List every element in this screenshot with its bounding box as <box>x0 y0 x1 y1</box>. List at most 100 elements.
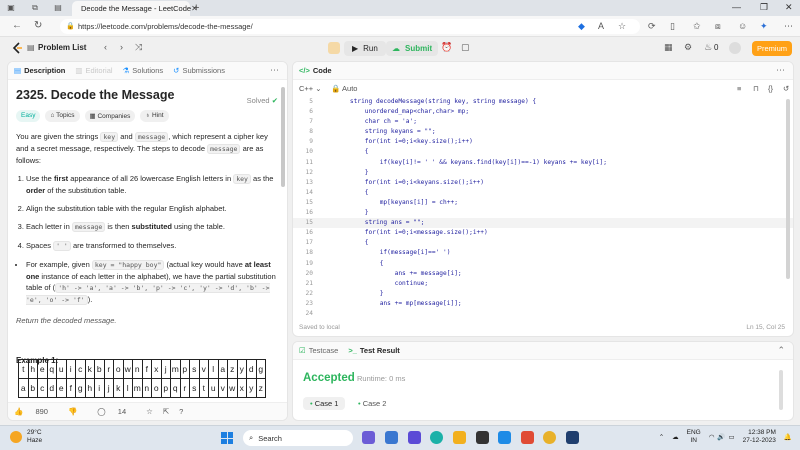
code-line[interactable]: 24 <box>293 309 793 319</box>
tab-submissions[interactable]: ↺ Submissions <box>173 66 225 75</box>
language-indicator[interactable]: ENG IN <box>687 429 701 445</box>
like-button[interactable]: 👍 890 <box>14 407 58 416</box>
debugger-icon[interactable] <box>328 42 340 54</box>
problem-list-link[interactable]: Problem List <box>38 43 86 52</box>
case-1-tab[interactable]: • Case 1 <box>303 397 346 410</box>
back-icon[interactable]: ← <box>12 20 22 31</box>
code-line[interactable]: 18 if(message[i]==' ') <box>293 248 793 258</box>
store-app-icon[interactable] <box>476 431 489 444</box>
result-scrollbar[interactable] <box>779 370 783 410</box>
windows-start-icon[interactable] <box>221 432 233 444</box>
minimize-icon[interactable]: — <box>732 2 741 12</box>
shuffle-icon[interactable]: ⤨ <box>135 42 142 53</box>
code-line[interactable]: 21 continue; <box>293 279 793 289</box>
tab-code[interactable]: </> Code <box>299 66 332 75</box>
edge-app-icon[interactable] <box>430 431 443 444</box>
favorite-star-icon[interactable]: ☆ <box>618 21 626 32</box>
read-aloud-icon[interactable]: A <box>598 21 604 31</box>
case-2-tab[interactable]: • Case 2 <box>351 397 393 410</box>
notes-icon[interactable]: ▢ <box>461 42 470 53</box>
code-line[interactable]: 10 { <box>293 147 793 157</box>
split-screen-icon[interactable]: ▯ <box>670 21 675 32</box>
leetcode-logo-icon[interactable] <box>12 42 24 54</box>
profile-avatar-icon[interactable]: ☺ <box>738 21 747 31</box>
code-line[interactable]: 16 } <box>293 208 793 218</box>
workspaces-icon[interactable]: ⧉ <box>30 3 40 13</box>
code-line[interactable]: 22 } <box>293 289 793 299</box>
tab-solutions[interactable]: ⚗ Solutions <box>123 66 164 75</box>
new-tab-button[interactable]: + <box>193 2 199 14</box>
close-window-icon[interactable]: ✕ <box>785 2 793 13</box>
description-scrollbar[interactable] <box>281 87 285 187</box>
code-line[interactable]: 14 { <box>293 188 793 198</box>
code-line[interactable]: 7 char ch = 'a'; <box>293 117 793 127</box>
hint-chip[interactable]: ♁ Hint <box>140 110 169 122</box>
user-avatar[interactable] <box>729 42 741 54</box>
tab-actions-icon[interactable]: ▤ <box>53 3 63 13</box>
favorite-icon[interactable]: ☆ <box>146 407 153 416</box>
cloud-icon[interactable]: ☁ <box>672 433 679 441</box>
layout-icon[interactable]: ▦ <box>664 42 673 53</box>
tray-expand-icon[interactable]: ⌃ <box>659 433 664 441</box>
maximize-icon[interactable]: ❐ <box>760 2 768 13</box>
streak-fire-icon[interactable]: ♨ <box>704 42 712 53</box>
taskbar-search[interactable]: ⌕ Search <box>243 430 353 446</box>
code-line[interactable]: 16 for(int i=0;i<message.size();i++) <box>293 228 793 238</box>
chrome-app-icon[interactable] <box>543 431 556 444</box>
battery-icon[interactable]: ▭ <box>729 433 735 441</box>
file-explorer-app-icon[interactable] <box>453 431 466 444</box>
code-line[interactable]: 11 if(key[i]!= ' ' && keyans.find(key[i]… <box>293 158 793 168</box>
companies-chip[interactable]: ▦ Companies <box>84 110 136 122</box>
tab-test-result[interactable]: >_ Test Result <box>348 346 399 355</box>
copilot-icon[interactable]: ✦ <box>760 21 768 32</box>
topics-chip[interactable]: ⌂ Topics <box>45 110 80 122</box>
test-collapse-icon[interactable]: ⌃ <box>777 345 785 356</box>
settings-gear-icon[interactable]: ⚙ <box>684 42 692 53</box>
copilot-app-icon[interactable] <box>362 431 375 444</box>
favorites-icon[interactable]: ✩ <box>693 21 701 32</box>
profile-icon[interactable]: ▣ <box>6 3 16 13</box>
notification-bell-icon[interactable]: 🔔 <box>784 433 792 441</box>
code-line[interactable]: 12 } <box>293 168 793 178</box>
vscode-app-icon[interactable] <box>498 431 511 444</box>
code-more-icon[interactable]: ⋯ <box>776 65 785 76</box>
editor-scrollbar[interactable] <box>786 99 790 279</box>
code-line[interactable]: 15 mp[keyans[i]] = ch++; <box>293 198 793 208</box>
code-line[interactable]: 8 string keyans = ""; <box>293 127 793 137</box>
braces-icon[interactable]: {} <box>768 84 773 93</box>
code-line[interactable]: 17 { <box>293 238 793 248</box>
reload-icon[interactable]: ↻ <box>34 20 42 31</box>
clock[interactable]: 12:38 PM 27-12-2023 <box>743 429 776 445</box>
more-menu-icon[interactable]: ⋯ <box>784 21 793 32</box>
code-line[interactable]: 15 string ans = ""; <box>293 218 793 229</box>
code-editor[interactable]: 5 string decodeMessage(string key, strin… <box>293 97 793 319</box>
prev-problem-icon[interactable]: ‹ <box>104 42 107 52</box>
auto-complete-toggle[interactable]: 🔒 Auto <box>331 84 357 93</box>
volume-icon[interactable]: 🔊 <box>717 433 725 441</box>
tab-editorial[interactable]: ▥ Editorial <box>75 66 112 75</box>
terminal-app-icon[interactable] <box>566 431 579 444</box>
code-line[interactable]: 19 { <box>293 259 793 269</box>
code-line[interactable]: 13 for(int i=0;i<keyans.size();i++) <box>293 178 793 188</box>
panel-more-icon[interactable]: ⋯ <box>270 65 279 76</box>
code-line[interactable]: 9 for(int i=0;i<key.size();i++) <box>293 137 793 147</box>
help-icon[interactable]: ? <box>179 407 183 416</box>
address-bar[interactable]: 🔒 https://leetcode.com/problems/decode-t… <box>60 19 640 34</box>
extension-diamond-icon[interactable]: ◆ <box>578 21 585 32</box>
format-icon[interactable]: ≡ <box>737 84 741 93</box>
teams-app-icon[interactable] <box>385 431 398 444</box>
weather-widget[interactable]: 29°C Haze <box>10 429 42 445</box>
code-line[interactable]: 6 unordered_map<char,char> mp; <box>293 107 793 117</box>
code-line[interactable]: 5 string decodeMessage(string key, strin… <box>293 97 793 107</box>
tab-description[interactable]: ▤ Description <box>14 66 65 75</box>
collections-icon[interactable]: ⧈ <box>715 21 721 32</box>
difficulty-chip[interactable]: Easy <box>16 110 41 122</box>
run-button[interactable]: ▶ Run <box>344 41 386 56</box>
code-line[interactable]: 20 ans += message[i]; <box>293 269 793 279</box>
premium-button[interactable]: Premium <box>752 41 792 56</box>
language-select[interactable]: C++ ⌄ <box>299 84 322 93</box>
alarm-icon[interactable]: ⏰ <box>441 42 452 53</box>
refresh-extension-icon[interactable]: ⟳ <box>648 21 656 32</box>
dislike-button[interactable]: 👎 <box>68 407 87 416</box>
comments-button[interactable]: ◯ 14 <box>97 407 136 416</box>
